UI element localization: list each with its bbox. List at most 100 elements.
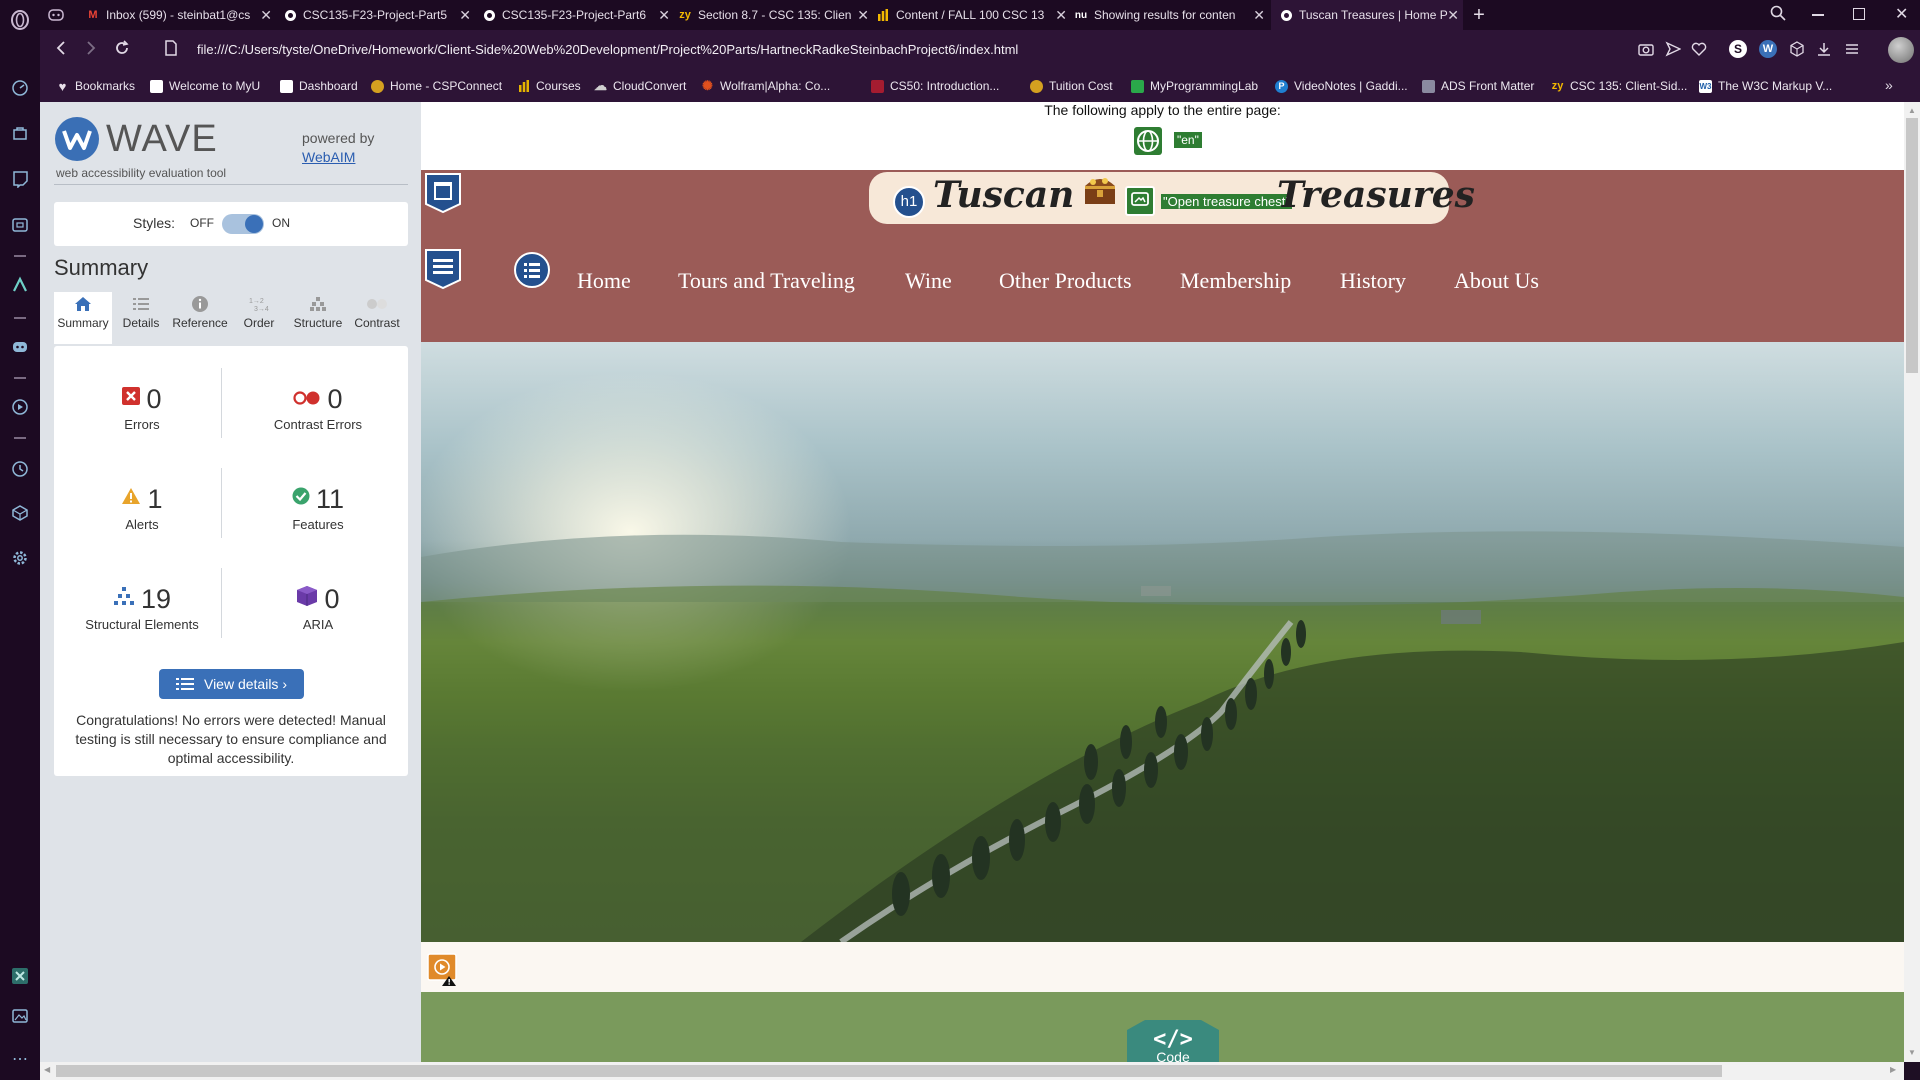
contrast-errors-stat[interactable]: 0 Contrast Errors: [230, 384, 406, 432]
bookmark-videonotes[interactable]: P VideoNotes | Gaddi...: [1275, 78, 1408, 94]
vertical-scrollbar[interactable]: ▲ ▼: [1904, 102, 1920, 1062]
nav-membership[interactable]: Membership: [1180, 268, 1291, 294]
extensions-cube-icon[interactable]: [1789, 41, 1805, 62]
camera-icon[interactable]: [1638, 41, 1654, 62]
tab-summary[interactable]: Summary: [54, 292, 112, 344]
download-icon[interactable]: [1816, 41, 1832, 62]
language-globe-icon[interactable]: [1134, 127, 1162, 155]
speed-dial-icon[interactable]: [9, 77, 31, 99]
aria-stat[interactable]: 0 ARIA: [230, 584, 406, 632]
snapshot-icon[interactable]: [9, 1005, 31, 1027]
video-alert-icon[interactable]: [427, 952, 457, 986]
shopping-icon[interactable]: [9, 122, 31, 144]
code-badge[interactable]: </> Code: [1127, 1020, 1219, 1062]
bookmark-tuition[interactable]: Tuition Cost: [1030, 78, 1113, 94]
horizontal-scrollbar[interactable]: ◀ ▶: [40, 1062, 1904, 1080]
bookmark-cloudconvert[interactable]: ☁ CloudConvert: [594, 78, 686, 94]
bookmark-courses[interactable]: Courses: [517, 78, 581, 94]
easy-setup-icon[interactable]: [1844, 41, 1860, 62]
tab-project-part5[interactable]: CSC135-F23-Project-Part5 ✕: [283, 0, 475, 30]
more-options-icon[interactable]: ⋯: [9, 1048, 31, 1070]
history-icon[interactable]: [9, 458, 31, 480]
bookmark-cspconnect[interactable]: Home - CSPConnect: [371, 78, 502, 94]
view-details-button[interactable]: View details ›: [159, 669, 304, 699]
features-stat[interactable]: 11 Features: [230, 484, 406, 532]
nav-wine[interactable]: Wine: [905, 268, 952, 294]
new-tab-button[interactable]: +: [1467, 0, 1491, 30]
close-tab-icon[interactable]: ✕: [1447, 7, 1459, 24]
wave-extension-icon[interactable]: W: [1759, 40, 1777, 58]
tab-switcher-icon[interactable]: [48, 0, 78, 30]
close-tab-icon[interactable]: ✕: [459, 7, 471, 24]
profile-avatar[interactable]: [1888, 37, 1914, 63]
tab-section-8-7[interactable]: zy Section 8.7 - CSC 135: Clien ✕: [678, 0, 873, 30]
tab-order[interactable]: 1→2 3→4 Order: [230, 292, 288, 344]
bookmark-dashboard[interactable]: Dashboard: [280, 78, 358, 94]
tab-structure[interactable]: Structure: [289, 292, 347, 344]
search-tabs-icon[interactable]: [1770, 5, 1786, 26]
reload-icon[interactable]: [114, 39, 130, 62]
tab-contrast[interactable]: Contrast: [348, 292, 406, 344]
nav-history[interactable]: History: [1340, 268, 1406, 294]
twitch-icon[interactable]: [9, 168, 31, 190]
minimize-icon[interactable]: [1812, 14, 1824, 16]
webaim-link[interactable]: WebAIM: [302, 149, 355, 165]
opera-logo-icon[interactable]: [9, 9, 31, 31]
close-tab-icon[interactable]: ✕: [260, 7, 272, 24]
close-tab-icon[interactable]: ✕: [658, 7, 670, 24]
tab-content-fall[interactable]: Content / FALL 100 CSC 13 ✕: [876, 0, 1071, 30]
scroll-right-arrow[interactable]: ▶: [1890, 1065, 1896, 1074]
bookmark-cs50[interactable]: CS50: Introduction...: [871, 78, 999, 94]
vpn-icon[interactable]: [9, 965, 31, 987]
restore-icon[interactable]: [1853, 8, 1865, 20]
close-window-icon[interactable]: ✕: [1895, 4, 1908, 24]
header-region-icon[interactable]: [424, 172, 461, 214]
scroll-left-arrow[interactable]: ◀: [44, 1065, 50, 1074]
alerts-stat[interactable]: 1 Alerts: [54, 484, 230, 532]
hero-video[interactable]: [421, 342, 1904, 942]
close-tab-icon[interactable]: ✕: [857, 7, 869, 24]
forward-icon[interactable]: [84, 39, 98, 62]
structural-stat[interactable]: 19 Structural Elements: [54, 584, 230, 632]
errors-stat[interactable]: 0 Errors: [54, 384, 230, 432]
scroll-down-arrow[interactable]: ▼: [1908, 1048, 1916, 1057]
nav-about-us[interactable]: About Us: [1454, 268, 1539, 294]
nav-tours[interactable]: Tours and Traveling: [678, 268, 855, 294]
nav-other-products[interactable]: Other Products: [999, 268, 1132, 294]
extensions-icon[interactable]: [9, 502, 31, 524]
wallet-icon[interactable]: [9, 214, 31, 236]
bookmark-w3c[interactable]: W3 The W3C Markup V...: [1699, 78, 1832, 94]
url-field[interactable]: file:///C:/Users/tyste/OneDrive/Homework…: [197, 42, 1018, 57]
send-icon[interactable]: [1665, 41, 1682, 62]
tab-tuscan-treasures[interactable]: Tuscan Treasures | Home P ✕: [1271, 0, 1463, 30]
player-icon[interactable]: [9, 396, 31, 418]
close-tab-icon[interactable]: ✕: [1253, 7, 1265, 24]
tab-project-part6[interactable]: CSC135-F23-Project-Part6 ✕: [482, 0, 674, 30]
heart-icon[interactable]: [1691, 41, 1707, 62]
nav-home[interactable]: Home: [577, 268, 631, 294]
scroll-up-arrow[interactable]: ▲: [1908, 106, 1916, 115]
settings-gear-icon[interactable]: [9, 547, 31, 569]
back-icon[interactable]: [54, 39, 68, 62]
nav-list-icon[interactable]: [514, 252, 550, 288]
tab-reference[interactable]: Reference: [171, 292, 229, 344]
tab-details[interactable]: Details: [112, 292, 170, 344]
bookmark-myu[interactable]: Welcome to MyU: [150, 78, 260, 94]
aria-icon[interactable]: [9, 274, 31, 296]
bookmark-csc135[interactable]: zy CSC 135: Client-Sid...: [1551, 78, 1688, 94]
close-tab-icon[interactable]: ✕: [1055, 7, 1067, 24]
navigation-region-icon[interactable]: [424, 248, 461, 290]
bookmark-myprogramminglab[interactable]: MyProgrammingLab: [1131, 78, 1258, 94]
bookmark-bookmarks[interactable]: ♥ Bookmarks: [56, 78, 135, 94]
scrollbar-thumb-horizontal[interactable]: [56, 1065, 1722, 1077]
discord-icon[interactable]: [9, 336, 31, 358]
more-bookmarks-icon[interactable]: »: [1885, 77, 1893, 93]
s-extension-icon[interactable]: S: [1729, 40, 1747, 58]
scrollbar-thumb[interactable]: [1906, 118, 1918, 373]
tab-gmail[interactable]: M Inbox (599) - steinbat1@cs ✕: [86, 0, 276, 30]
alt-text-icon[interactable]: [1125, 186, 1155, 216]
tab-showing-results[interactable]: nu Showing results for conten ✕: [1074, 0, 1269, 30]
bookmark-wolfram[interactable]: ✺ Wolfram|Alpha: Co...: [701, 78, 830, 94]
h1-badge[interactable]: h1: [893, 186, 925, 218]
styles-toggle[interactable]: [222, 214, 264, 234]
